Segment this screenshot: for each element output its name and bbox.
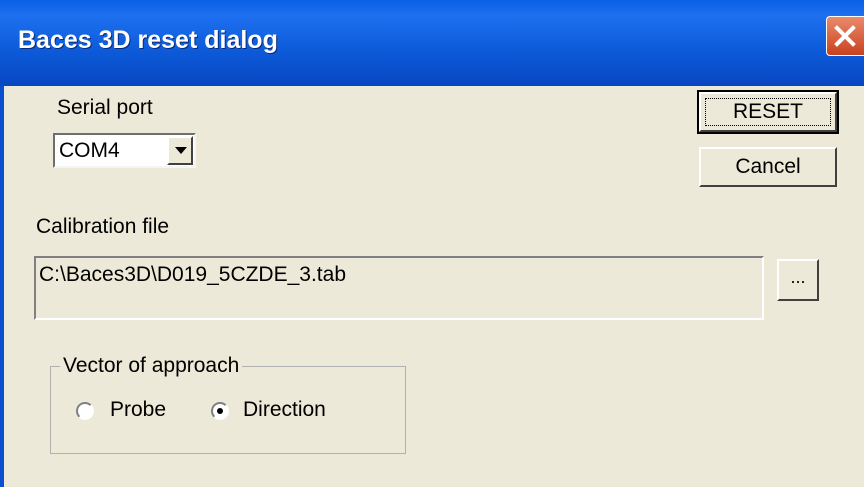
window-border — [0, 86, 4, 487]
calibration-file-field[interactable]: C:\Baces3D\D019_5CZDE_3.tab — [34, 256, 764, 320]
probe-radio[interactable] — [76, 402, 94, 420]
cancel-button-label: Cancel — [735, 155, 801, 178]
close-icon — [834, 25, 856, 47]
radio-selected-dot — [217, 408, 223, 414]
cancel-button[interactable]: Cancel — [699, 147, 837, 187]
reset-button[interactable]: RESET — [697, 90, 839, 134]
vector-of-approach-title: Vector of approach — [60, 354, 243, 378]
serial-port-select[interactable]: COM4 — [53, 133, 196, 168]
window-title: Baces 3D reset dialog — [18, 26, 278, 54]
dropdown-button[interactable] — [167, 136, 193, 165]
serial-port-value: COM4 — [59, 139, 120, 162]
browse-button-label: ... — [790, 267, 806, 287]
reset-button-label: RESET — [732, 100, 803, 123]
close-button[interactable] — [826, 16, 864, 56]
serial-port-label: Serial port — [57, 96, 153, 119]
browse-button[interactable]: ... — [777, 259, 819, 301]
calibration-file-value: C:\Baces3D\D019_5CZDE_3.tab — [39, 263, 346, 286]
probe-radio-label[interactable]: Probe — [110, 398, 166, 422]
chevron-down-icon — [175, 147, 187, 154]
direction-radio[interactable] — [211, 402, 229, 420]
calibration-file-label: Calibration file — [36, 215, 170, 238]
direction-radio-label[interactable]: Direction — [243, 398, 326, 422]
title-bar[interactable]: Baces 3D reset dialog — [0, 0, 864, 86]
